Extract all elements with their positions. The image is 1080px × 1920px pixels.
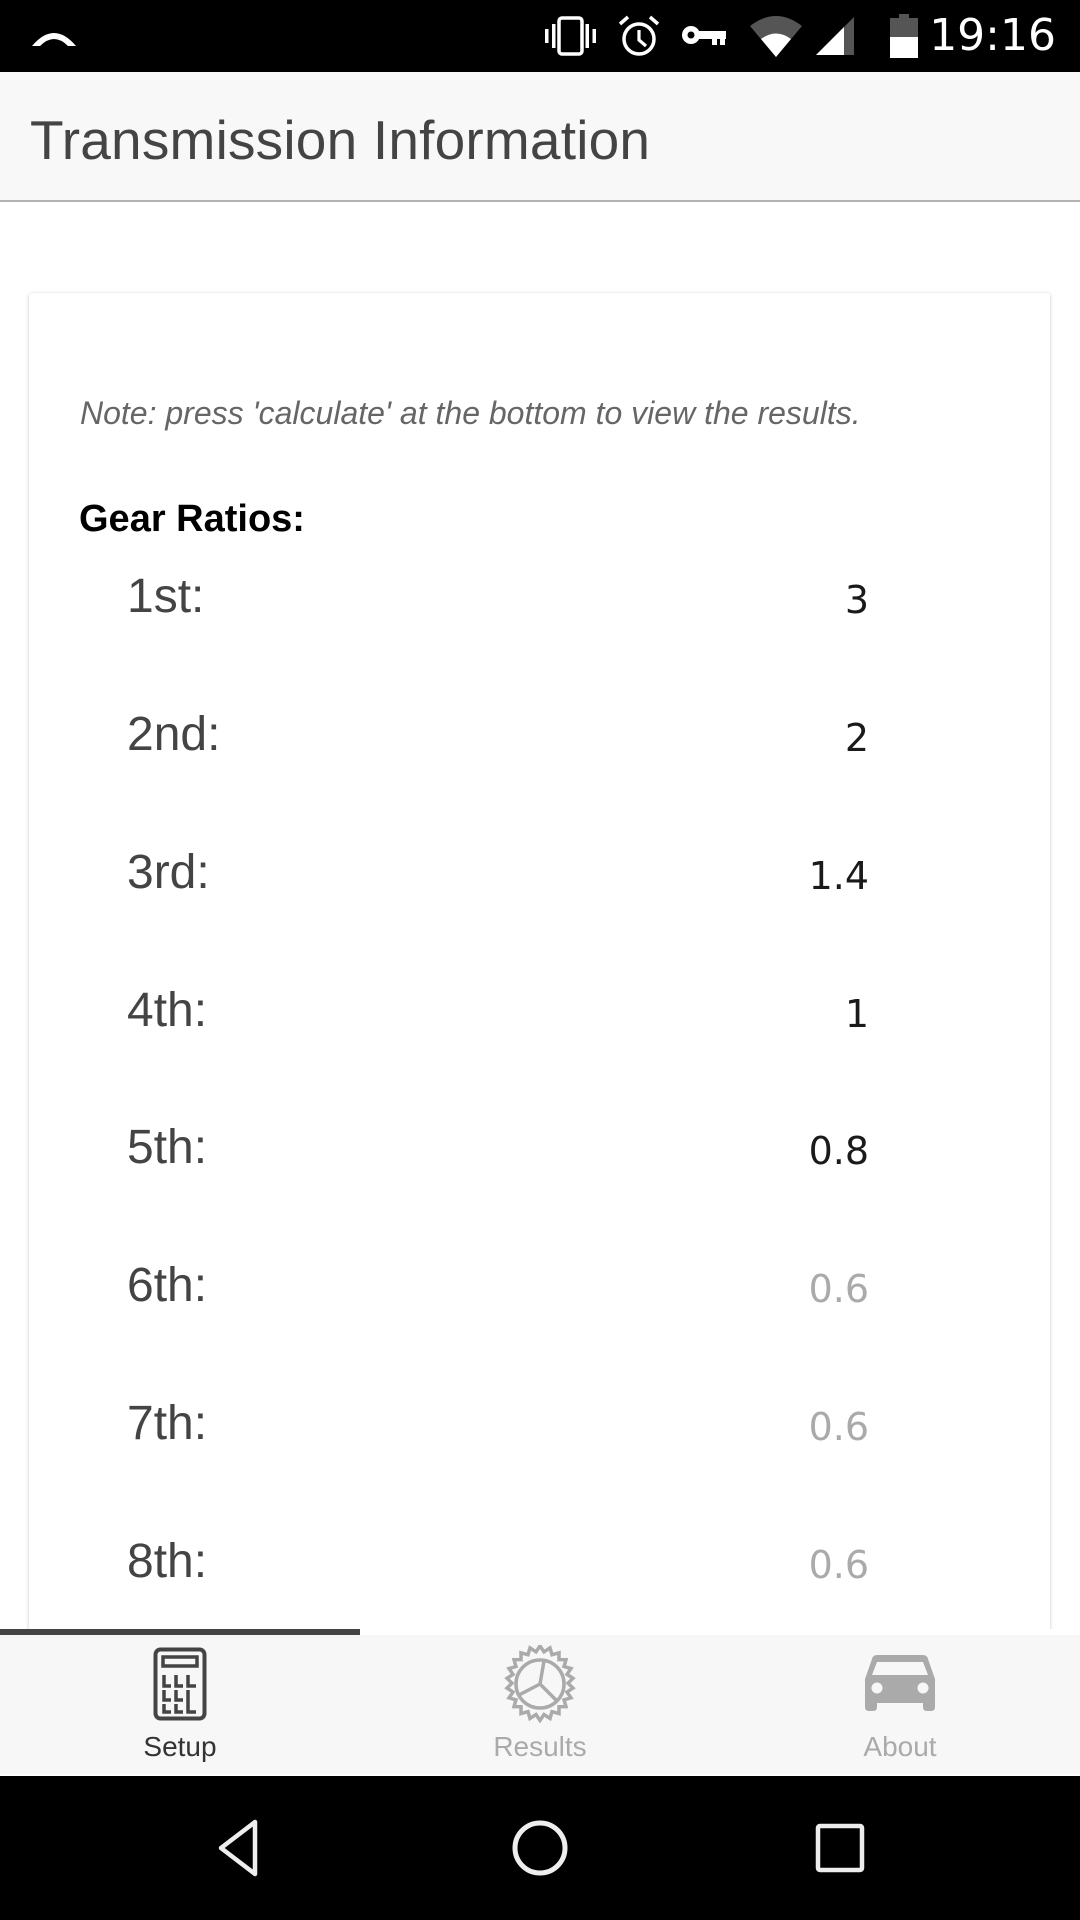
system-navigation-bar xyxy=(0,1776,1080,1920)
gear-ratio-input-4th[interactable] xyxy=(469,988,869,1040)
home-icon xyxy=(512,1820,568,1876)
gear-row-8th: 8th: xyxy=(29,1533,1050,1629)
vibrate-icon xyxy=(545,16,596,56)
gear-row-1st: 1st: xyxy=(29,568,1050,668)
gear-ratio-input-5th[interactable] xyxy=(469,1125,869,1177)
gear-ratios-heading: Gear Ratios: xyxy=(79,498,305,540)
notification-arc-icon xyxy=(32,33,76,46)
back-button[interactable] xyxy=(160,1776,320,1920)
battery-icon xyxy=(890,14,918,58)
gear-ratios-card: Note: press 'calculate' at the bottom to… xyxy=(29,293,1050,1629)
calculate-note: Note: press 'calculate' at the bottom to… xyxy=(80,395,861,431)
gear-label: 4th: xyxy=(127,984,208,1037)
page-title: Transmission Information xyxy=(30,109,651,171)
tab-setup[interactable]: Setup xyxy=(0,1635,360,1774)
gear-label: 8th: xyxy=(127,1535,208,1588)
gear-ratio-input-8th[interactable] xyxy=(469,1539,869,1591)
wifi-icon xyxy=(750,16,802,57)
gear-label: 1st: xyxy=(127,570,205,623)
tab-about[interactable]: About xyxy=(720,1635,1080,1774)
calculator-icon xyxy=(153,1647,207,1721)
gear-ratio-input-2nd[interactable] xyxy=(469,712,869,764)
tab-results[interactable]: Results xyxy=(360,1635,720,1774)
gear-row-7th: 7th: xyxy=(29,1395,1050,1495)
gear-icon xyxy=(504,1645,576,1723)
tab-label: About xyxy=(863,1731,937,1762)
gear-row-4th: 4th: xyxy=(29,982,1050,1082)
gear-ratio-input-7th[interactable] xyxy=(469,1401,869,1453)
gear-row-6th: 6th: xyxy=(29,1257,1050,1357)
vpn-key-icon xyxy=(682,26,726,45)
back-icon xyxy=(218,1819,258,1877)
scroll-content[interactable]: Note: press 'calculate' at the bottom to… xyxy=(0,204,1080,1629)
gear-label: 3rd: xyxy=(127,846,210,899)
tab-label: Setup xyxy=(143,1731,217,1762)
gear-ratio-input-3rd[interactable] xyxy=(469,850,869,902)
recents-icon xyxy=(815,1823,865,1873)
home-button[interactable] xyxy=(460,1776,620,1920)
gear-ratio-input-1st[interactable] xyxy=(469,574,869,626)
gear-label: 6th: xyxy=(127,1259,208,1312)
gear-row-2nd: 2nd: xyxy=(29,706,1050,806)
status-time: 19:16 xyxy=(929,10,1056,61)
app-header: Transmission Information xyxy=(0,72,1080,202)
bottom-tab-bar: Setup Results About xyxy=(0,1635,1080,1774)
gear-row-3rd: 3rd: xyxy=(29,844,1050,944)
gear-label: 7th: xyxy=(127,1397,208,1450)
status-bar: 19:16 xyxy=(0,0,1080,72)
cell-signal-icon xyxy=(816,17,854,55)
car-icon xyxy=(865,1655,935,1711)
alarm-icon xyxy=(618,15,660,56)
tab-label: Results xyxy=(493,1731,587,1762)
gear-label: 5th: xyxy=(127,1121,208,1174)
recents-button[interactable] xyxy=(760,1776,920,1920)
gear-label: 2nd: xyxy=(127,708,221,761)
gear-row-5th: 5th: xyxy=(29,1119,1050,1219)
gear-ratio-input-6th[interactable] xyxy=(469,1263,869,1315)
